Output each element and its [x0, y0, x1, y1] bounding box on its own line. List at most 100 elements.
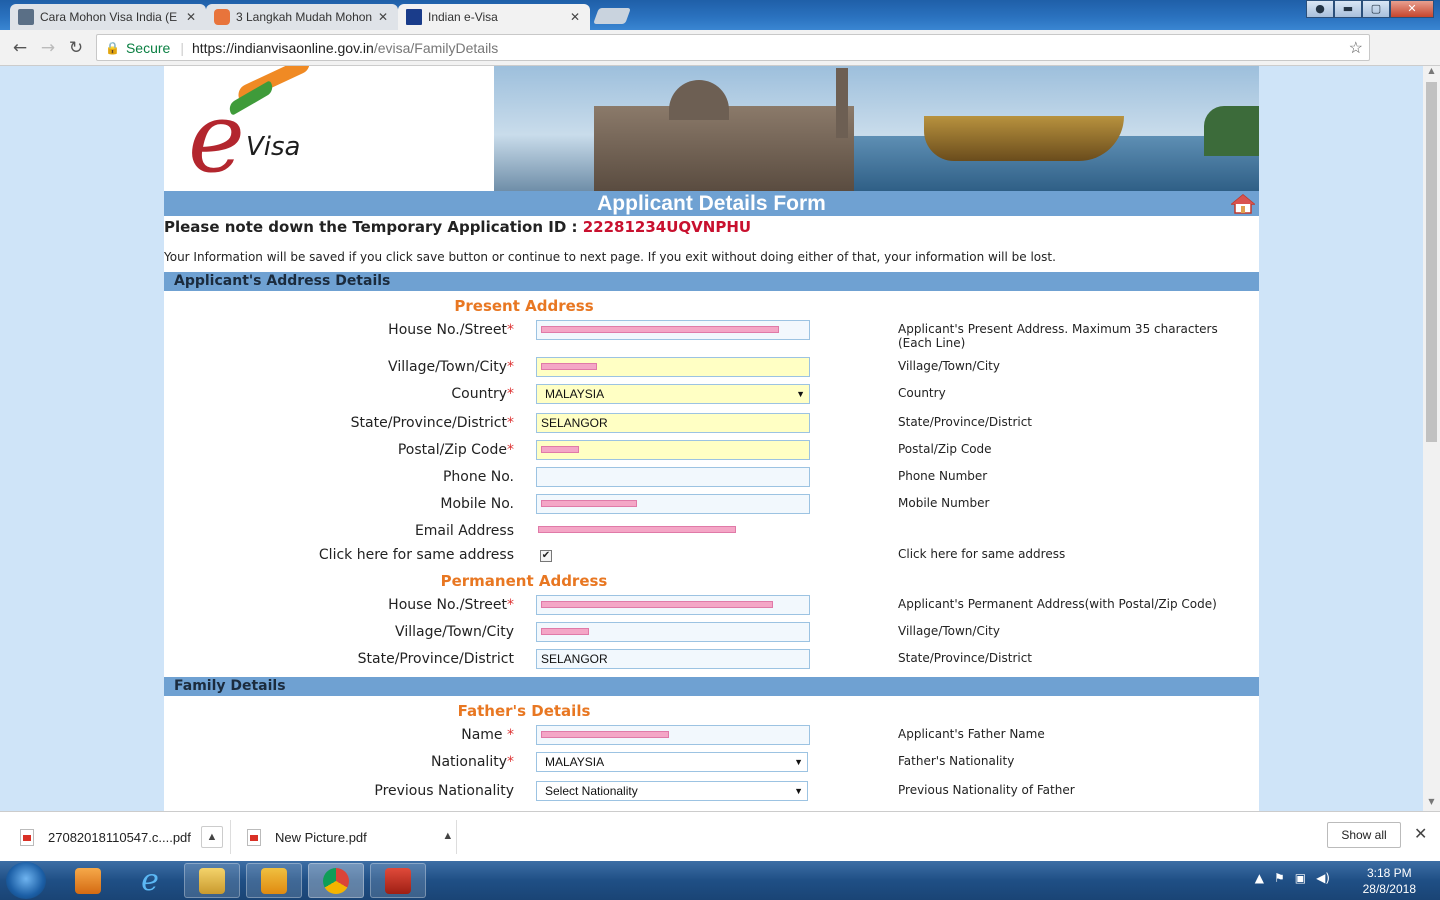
internet-explorer-icon[interactable]: e: [122, 863, 178, 898]
minimize-button[interactable]: ▬: [1334, 0, 1362, 18]
close-window-button[interactable]: ✕: [1390, 0, 1434, 18]
help-text: Previous Nationality of Father: [898, 783, 1075, 797]
banner-tower: [836, 68, 848, 138]
father-details-heading: Father's Details: [457, 702, 591, 720]
clock[interactable]: 3:18 PM 28/8/2018: [1363, 865, 1416, 897]
scrollbar-thumb[interactable]: [1426, 82, 1437, 442]
outlook-icon[interactable]: [246, 863, 302, 898]
pdf-reader-icon[interactable]: [370, 863, 426, 898]
app-id-label: Please note down the Temporary Applicati…: [164, 218, 578, 236]
permanent-city-input[interactable]: [536, 622, 810, 642]
tab-cara-mohon-visa[interactable]: Cara Mohon Visa India (E ✕: [10, 4, 206, 30]
close-tab-icon[interactable]: ✕: [376, 10, 390, 24]
back-arrow-icon[interactable]: ←: [10, 38, 30, 58]
browser-tab-strip: Cara Mohon Visa India (E ✕ 3 Langkah Mud…: [0, 0, 1440, 30]
father-previous-nationality-select[interactable]: Select Nationality: [536, 781, 808, 801]
chevron-up-icon[interactable]: ▲: [1255, 871, 1264, 885]
tab-title: Cara Mohon Visa India (E: [40, 10, 178, 24]
same-address-row: Click here for same address ✔ Click here…: [164, 545, 1259, 569]
field-label: House No./Street*: [388, 322, 514, 338]
tab-3-langkah[interactable]: 3 Langkah Mudah Mohon ✕: [206, 4, 398, 30]
redacted-value: [538, 526, 736, 533]
permanent-city-row: Village/Town/City Village/Town/City: [164, 622, 1259, 646]
help-text: Click here for same address: [898, 547, 1066, 561]
blogger-icon: [214, 9, 230, 25]
network-icon[interactable]: ▣: [1295, 871, 1306, 885]
redacted-value: [541, 601, 773, 608]
redacted-value: [541, 628, 589, 635]
maximize-button[interactable]: ▢: [1362, 0, 1390, 18]
permanent-address-heading: Permanent Address: [440, 572, 608, 590]
father-nationality-select[interactable]: MALAYSIA: [536, 752, 808, 772]
phone-input[interactable]: [536, 467, 810, 487]
divider: [456, 820, 457, 854]
image-icon: [18, 9, 34, 25]
show-all-downloads-button[interactable]: Show all: [1327, 822, 1401, 848]
system-tray: ▲ ⚑ ▣ ◀): [1255, 871, 1330, 885]
url-host: https://indianvisaonline.gov.in: [191, 39, 374, 56]
forward-arrow-icon[interactable]: →: [38, 38, 58, 58]
field-label: Country*: [451, 386, 514, 402]
help-text: Father's Nationality: [898, 754, 1015, 768]
help-text: Village/Town/City: [898, 359, 1000, 373]
divider: [230, 820, 231, 854]
address-bar[interactable]: 🔒 Secure | https://indianvisaonline.gov.…: [96, 34, 1370, 61]
lock-icon: 🔒: [105, 40, 120, 55]
user-icon[interactable]: ●: [1306, 0, 1334, 18]
help-text: Phone Number: [898, 469, 988, 483]
present-state-input[interactable]: SELANGOR: [536, 413, 810, 433]
same-address-checkbox[interactable]: ✔: [540, 550, 552, 562]
permanent-house-input[interactable]: [536, 595, 810, 615]
father-nationality-row: Nationality* MALAYSIA Father's Nationali…: [164, 752, 1259, 776]
download-item[interactable]: New Picture.pdf ▲: [247, 812, 459, 862]
chevron-up-icon[interactable]: ▲: [200, 826, 223, 848]
clock-time: 3:18 PM: [1366, 866, 1412, 880]
father-name-row: Name * Applicant's Father Name: [164, 725, 1259, 749]
present-city-input[interactable]: [536, 357, 810, 377]
help-text: Mobile Number: [898, 496, 990, 510]
clock-date: 28/8/2018: [1362, 882, 1416, 896]
bookmark-star-icon[interactable]: ☆: [1349, 38, 1363, 58]
field-label: Nationality*: [430, 754, 514, 770]
present-house-input[interactable]: [536, 320, 810, 340]
father-name-input[interactable]: [536, 725, 810, 745]
field-label: Click here for same address: [318, 547, 514, 563]
scroll-down-arrow-icon[interactable]: ▼: [1423, 797, 1440, 811]
start-button[interactable]: [6, 862, 46, 899]
tab-indian-evisa[interactable]: Indian e-Visa ✕: [398, 4, 590, 30]
banner-boat: [924, 116, 1124, 161]
volume-icon[interactable]: ◀): [1316, 871, 1330, 885]
permanent-state-row: State/Province/District SELANGOR State/P…: [164, 649, 1259, 673]
country-select[interactable]: MALAYSIA: [536, 384, 810, 404]
help-text: Country: [898, 386, 946, 400]
new-tab-button[interactable]: [593, 8, 631, 24]
banner-trees: [1204, 106, 1259, 156]
help-text: Village/Town/City: [898, 624, 1000, 638]
mobile-input[interactable]: [536, 494, 810, 514]
page-viewport: e Visa Applicant Details Form Please not…: [0, 66, 1440, 811]
family-section-header: Family Details: [164, 677, 1259, 696]
close-download-shelf-icon[interactable]: ✕: [1414, 824, 1427, 843]
present-city-row: Village/Town/City* Village/Town/City: [164, 357, 1259, 381]
divider: |: [180, 39, 184, 56]
pdf-file-icon: [20, 828, 34, 846]
flag-icon[interactable]: ⚑: [1274, 871, 1285, 885]
home-icon[interactable]: [1231, 194, 1255, 214]
present-mobile-row: Mobile No. Mobile Number: [164, 494, 1259, 518]
permanent-state-input[interactable]: SELANGOR: [536, 649, 810, 669]
present-postal-input[interactable]: [536, 440, 810, 460]
scroll-up-arrow-icon[interactable]: ▲: [1423, 66, 1440, 80]
father-previous-nationality-row: Previous Nationality Select Nationality …: [164, 781, 1259, 805]
reload-icon[interactable]: ↻: [66, 38, 86, 58]
download-item[interactable]: 27082018110547.c....pdf ▲: [20, 812, 223, 862]
page-scrollbar[interactable]: ▲ ▼: [1423, 66, 1440, 811]
save-notice: Your Information will be saved if you cl…: [164, 250, 1056, 264]
chrome-icon[interactable]: [308, 863, 364, 898]
temporary-application-id: Please note down the Temporary Applicati…: [164, 218, 751, 236]
redacted-value: [541, 500, 637, 507]
file-explorer-icon[interactable]: [184, 863, 240, 898]
close-tab-icon[interactable]: ✕: [184, 10, 198, 24]
close-tab-icon[interactable]: ✕: [568, 10, 582, 24]
media-player-icon[interactable]: [60, 863, 116, 898]
help-text: Applicant's Permanent Address(with Posta…: [898, 597, 1217, 611]
